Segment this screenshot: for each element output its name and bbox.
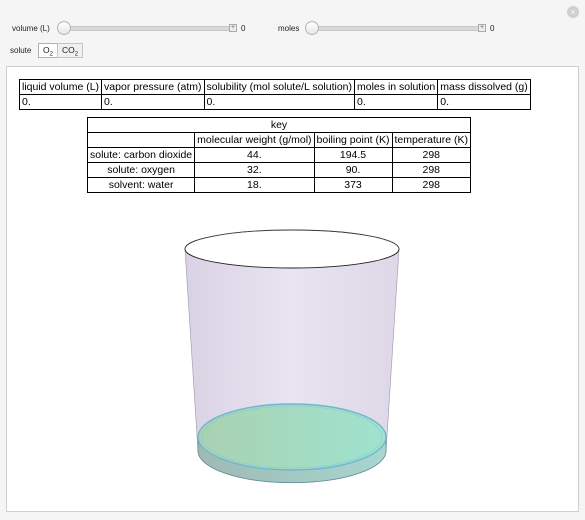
- solute-label: solute: [10, 46, 32, 55]
- moles-label: moles: [278, 24, 300, 33]
- volume-slider-thumb[interactable]: [57, 21, 71, 35]
- output-panel: liquid volume (L) vapor pressure (atm) s…: [6, 66, 579, 512]
- moles-slider-track[interactable]: [308, 26, 483, 31]
- volume-label: volume (L): [12, 24, 50, 33]
- moles-slider-thumb[interactable]: [305, 21, 319, 35]
- volume-plus-icon[interactable]: +: [229, 24, 237, 32]
- moles-plus-icon[interactable]: +: [478, 24, 486, 32]
- moles-value: 0: [490, 24, 495, 33]
- close-icon[interactable]: ×: [567, 6, 579, 18]
- beaker-rim: [184, 229, 400, 269]
- liquid-surface: [197, 403, 387, 471]
- volume-value: 0: [241, 24, 246, 33]
- solute-option-co2[interactable]: CO2: [57, 43, 83, 58]
- solute-option-o2[interactable]: O2: [38, 43, 58, 58]
- beaker-graphic: [184, 229, 400, 484]
- volume-slider-track[interactable]: [60, 26, 234, 31]
